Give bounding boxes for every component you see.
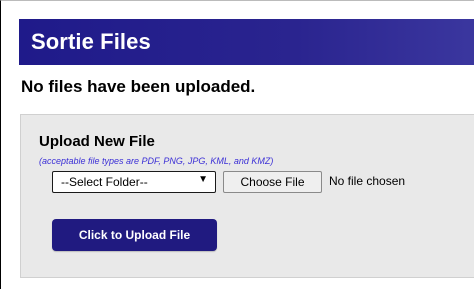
upload-panel: Upload New File (acceptable file types a…: [20, 114, 474, 278]
file-status-label: No file chosen: [329, 174, 406, 188]
upload-file-button[interactable]: Click to Upload File: [52, 219, 217, 251]
folder-select-value: --Select Folder--: [61, 175, 148, 189]
choose-file-button[interactable]: Choose File: [223, 171, 322, 193]
status-message: No files have been uploaded.: [21, 77, 256, 96]
page-title: Sortie Files: [31, 29, 151, 54]
upload-title: Upload New File: [39, 133, 155, 150]
page-header: Sortie Files: [19, 19, 474, 65]
folder-select[interactable]: --Select Folder-- ▼: [52, 171, 216, 193]
file-types-note: (acceptable file types are PDF, PNG, JPG…: [39, 156, 274, 166]
page-frame: Sortie Files No files have been uploaded…: [0, 0, 474, 289]
chevron-down-icon: ▼: [198, 174, 208, 185]
